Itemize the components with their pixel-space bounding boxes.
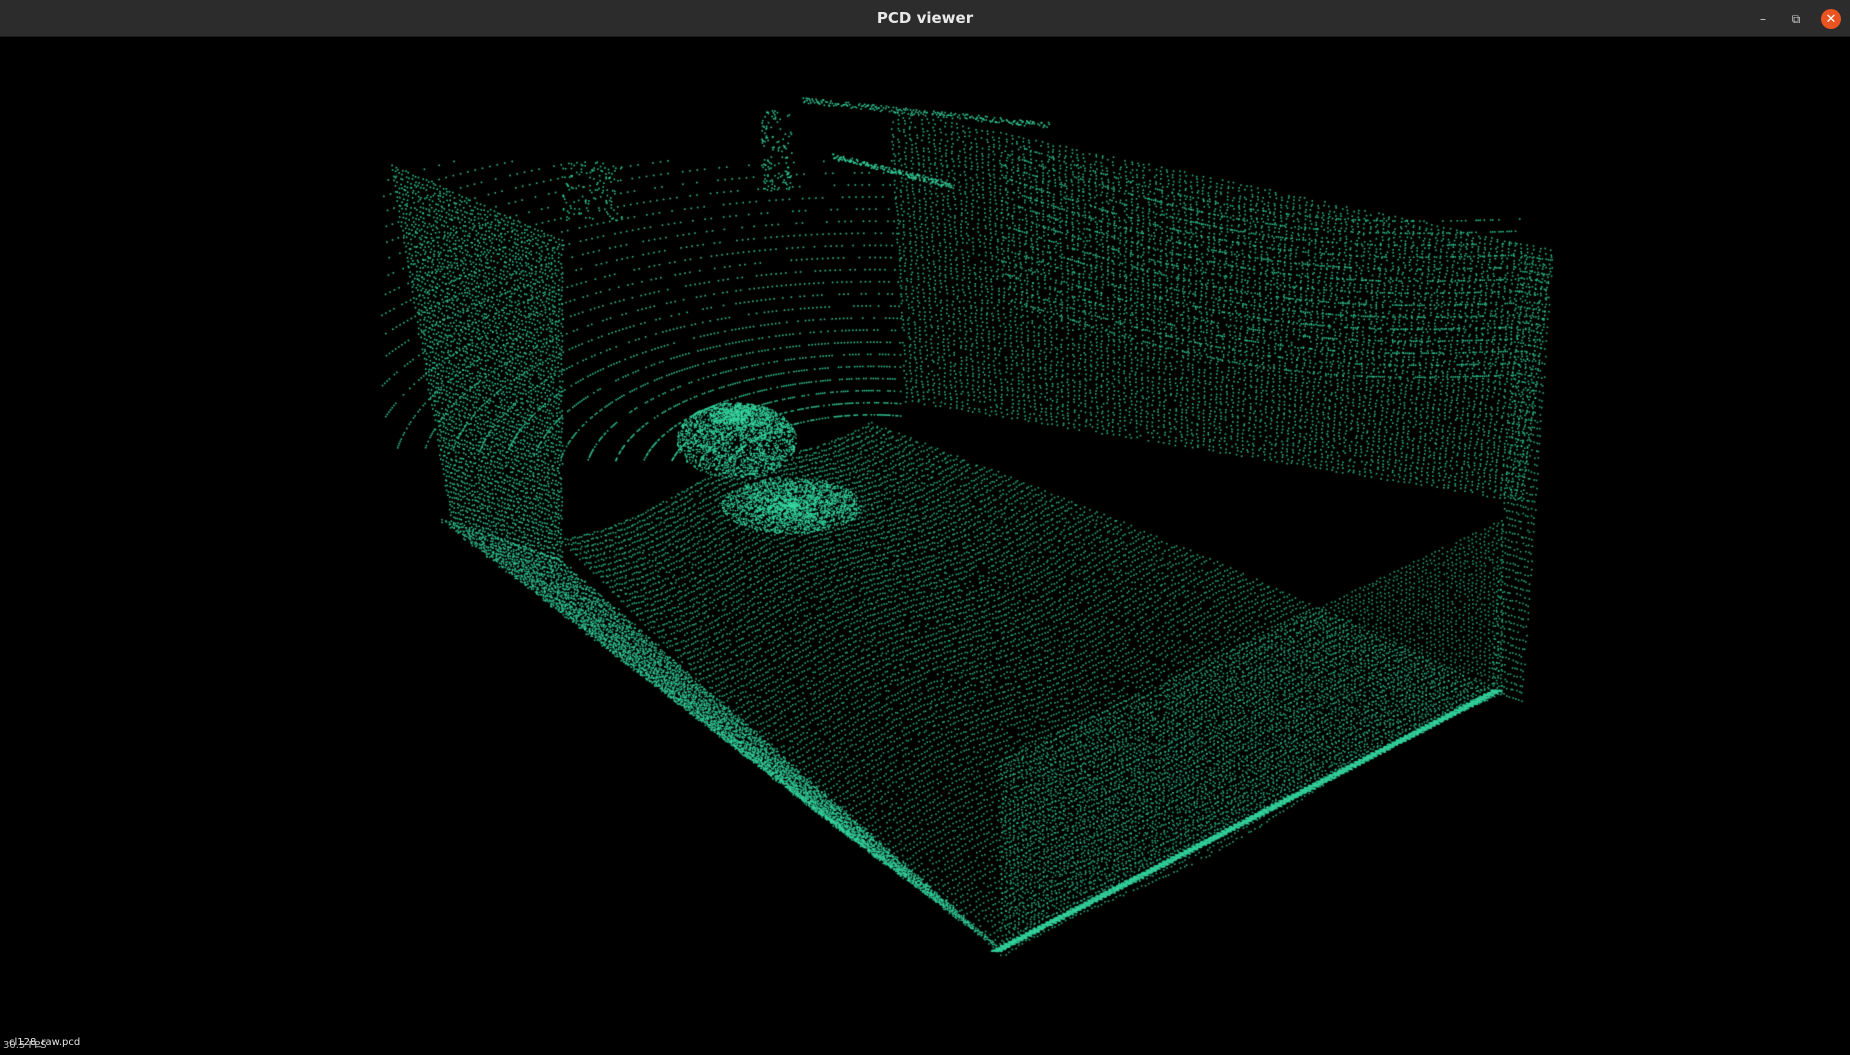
- minimize-icon: –: [1760, 12, 1766, 26]
- maximize-button[interactable]: ⧉: [1786, 9, 1806, 29]
- close-button[interactable]: ✕: [1821, 9, 1841, 29]
- window-title: PCD viewer: [876, 9, 974, 27]
- file-name-label: cl128_raw.pcd: [9, 1037, 81, 1048]
- point-cloud-canvas[interactable]: [1, 37, 1849, 1054]
- viewer-status: 30.5 FPS cl128_raw.pcd: [3, 1037, 80, 1051]
- minimize-button[interactable]: –: [1753, 9, 1773, 29]
- maximize-icon: ⧉: [1791, 11, 1801, 26]
- close-icon: ✕: [1825, 11, 1837, 27]
- window-titlebar[interactable]: PCD viewer – ⧉ ✕: [0, 0, 1850, 37]
- point-cloud-viewport[interactable]: 30.5 FPS cl128_raw.pcd: [1, 37, 1849, 1054]
